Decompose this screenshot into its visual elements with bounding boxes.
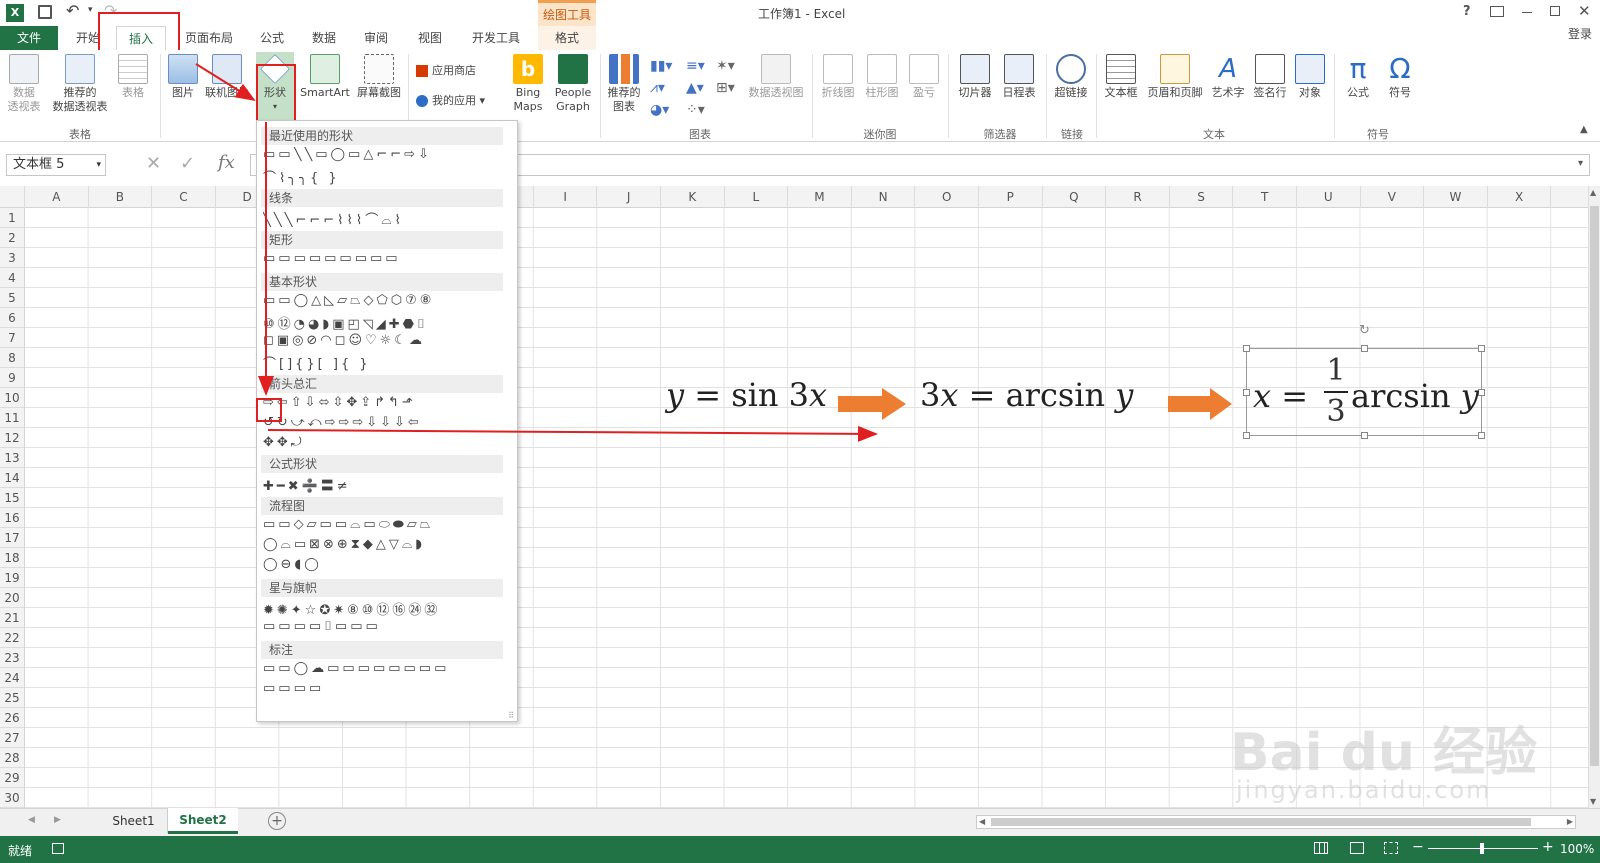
hscroll-thumb[interactable] (991, 818, 1531, 826)
next-sheet-icon[interactable]: ▶ (54, 815, 61, 825)
zoom-in-icon[interactable]: + (1542, 839, 1554, 855)
normal-view-icon[interactable] (1314, 842, 1328, 854)
zoom-level[interactable]: 100% (1560, 842, 1594, 856)
macro-record-icon[interactable] (52, 843, 64, 854)
zoom-slider[interactable] (1428, 843, 1538, 854)
status-ready: 就绪 (8, 844, 33, 858)
annotation-arrows (195, 63, 878, 442)
status-bar: 就绪 − + 100% (0, 836, 1600, 863)
vertical-scrollbar[interactable]: ▲ ▼ (1588, 186, 1600, 808)
scroll-down-icon[interactable]: ▼ (1590, 797, 1596, 806)
zoom-thumb[interactable] (1480, 843, 1484, 854)
page-break-view-icon[interactable] (1384, 842, 1398, 854)
scroll-left-icon[interactable]: ◀ (979, 817, 985, 826)
sheet-tab-sheet1[interactable]: Sheet1 (100, 809, 168, 833)
sheet-tabs-bar: ◀ ▶ Sheet1 Sheet2 + ◀ ▶ (0, 808, 1600, 836)
page-layout-view-icon[interactable] (1350, 842, 1364, 854)
scroll-right-icon[interactable]: ▶ (1567, 817, 1573, 826)
zoom-out-icon[interactable]: − (1412, 839, 1424, 855)
scroll-up-icon[interactable]: ▲ (1590, 188, 1596, 197)
horizontal-scrollbar[interactable]: ◀ ▶ (976, 815, 1576, 829)
scroll-thumb[interactable] (1590, 206, 1599, 766)
add-sheet-icon[interactable]: + (268, 812, 286, 830)
prev-sheet-icon[interactable]: ◀ (28, 815, 35, 825)
sheet-tab-sheet2[interactable]: Sheet2 (168, 808, 238, 834)
